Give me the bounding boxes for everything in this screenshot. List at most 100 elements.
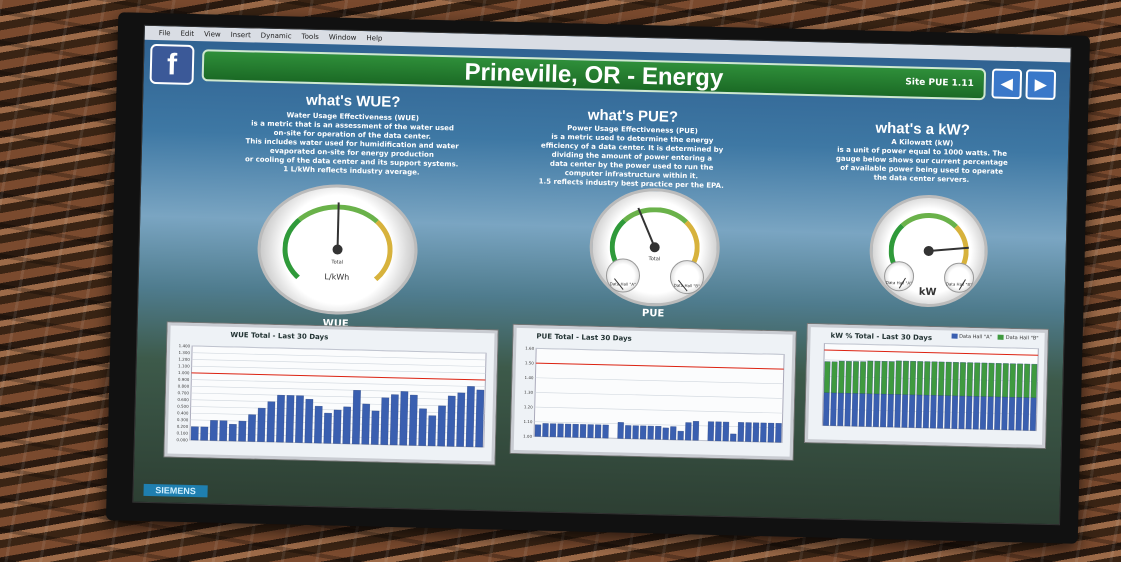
y-tick-label: 1.60 — [525, 346, 534, 351]
kw-description: A Kilowatt (kW) is a unit of power equal… — [801, 136, 1042, 187]
y-tick-label: 1.00 — [523, 434, 532, 439]
bar — [1002, 363, 1009, 398]
bar — [446, 395, 456, 447]
pue-description: Power Usage Effectiveness (PUE) is a met… — [501, 123, 762, 192]
gauge-name: PUE — [641, 307, 665, 320]
bar — [952, 362, 959, 397]
bar — [966, 362, 974, 397]
bar — [200, 426, 209, 441]
menu-dynamic[interactable]: Dynamic — [261, 32, 292, 41]
bar — [916, 361, 924, 396]
bar — [333, 409, 342, 444]
y-tick-label: 1.100 — [178, 363, 190, 368]
wue-chart: 0.000 0.1000.200 0.300 0.4000.500 0.600 0.700… — [176, 343, 487, 448]
bar — [408, 394, 418, 446]
bar — [915, 394, 923, 429]
bar — [534, 424, 542, 437]
bar — [895, 360, 902, 395]
mini-gauge-label: Data Hall "B" — [945, 281, 973, 288]
bar — [767, 422, 775, 443]
bar — [418, 408, 427, 446]
bar — [617, 422, 624, 439]
bar — [557, 423, 564, 438]
gauge-name: kW — [918, 286, 937, 299]
next-button[interactable]: ▶ — [1025, 69, 1057, 101]
bar — [730, 433, 737, 442]
y-tick-label: 0.200 — [177, 424, 189, 429]
facebook-icon[interactable]: f — [149, 43, 195, 85]
bar — [564, 423, 572, 438]
bar — [958, 395, 966, 430]
bar — [844, 393, 852, 427]
bar — [760, 422, 767, 443]
pue-hall-a-mini-gauge: Data Hall "A" — [605, 258, 641, 293]
bar — [228, 423, 237, 442]
mini-gauge-label: Data Hall "B" — [673, 282, 700, 289]
mini-gauge-label: Data Hall "A" — [609, 281, 636, 287]
bar — [323, 412, 332, 444]
bar — [549, 423, 557, 438]
bar — [775, 423, 782, 443]
bar — [922, 394, 930, 429]
bar — [437, 405, 446, 447]
menu-view[interactable]: View — [204, 30, 221, 38]
bar — [647, 425, 654, 440]
bar — [888, 361, 895, 395]
menu-edit[interactable]: Edit — [180, 30, 194, 38]
bar — [389, 394, 399, 446]
bar — [370, 410, 380, 445]
bar — [587, 424, 594, 438]
bar — [901, 394, 909, 428]
bar — [973, 362, 981, 397]
y-tick-label: 1.40 — [525, 375, 534, 380]
bar — [930, 361, 938, 396]
bar — [737, 422, 745, 442]
bar — [219, 420, 228, 442]
bar — [602, 424, 609, 439]
bar — [361, 403, 370, 445]
y-tick-label: 0.800 — [178, 383, 190, 388]
bar — [845, 361, 852, 394]
bar — [937, 361, 945, 396]
bar — [944, 395, 951, 429]
bar — [295, 395, 304, 443]
bar — [930, 395, 937, 429]
dashboard-screen: File Edit View Insert Dynamic Tools Wind… — [132, 24, 1072, 526]
menu-insert[interactable]: Insert — [231, 31, 251, 39]
pue-hall-b-mini-gauge: Data Hall "B" — [669, 259, 705, 295]
bar — [873, 393, 880, 427]
y-tick-label: 0.000 — [176, 437, 188, 442]
y-tick-label: 0.400 — [177, 410, 189, 415]
y-tick-label: 0.900 — [178, 377, 190, 382]
menu-tools[interactable]: Tools — [301, 33, 318, 41]
bar — [894, 394, 901, 428]
bar — [342, 406, 351, 445]
bar — [972, 396, 980, 430]
bar — [692, 421, 700, 441]
bar — [1023, 363, 1031, 398]
bar — [1022, 397, 1030, 431]
mini-gauge-label: Data Hall "A" — [885, 279, 913, 286]
bar — [994, 396, 1001, 430]
bar — [632, 425, 639, 440]
menu-file[interactable]: File — [159, 29, 171, 37]
menu-window[interactable]: Window — [329, 33, 357, 42]
bar — [427, 415, 437, 447]
bar — [238, 420, 247, 442]
gauge-unit: L/kWh — [324, 272, 350, 283]
bar — [1016, 363, 1023, 398]
bar — [1030, 363, 1038, 399]
bar — [314, 405, 323, 444]
bar — [380, 397, 390, 445]
bar — [909, 360, 917, 396]
bar — [1029, 397, 1037, 431]
bar — [965, 395, 973, 430]
bar — [579, 424, 587, 438]
y-tick-label: 0.100 — [177, 430, 189, 435]
prev-button[interactable]: ◀ — [991, 68, 1023, 100]
wue-heading: what's WUE? — [305, 91, 401, 112]
site-pue-readout: Site PUE 1.11 — [905, 77, 974, 90]
bar — [880, 361, 888, 395]
menu-help[interactable]: Help — [366, 34, 382, 42]
y-tick-label: 1.10 — [523, 419, 532, 424]
